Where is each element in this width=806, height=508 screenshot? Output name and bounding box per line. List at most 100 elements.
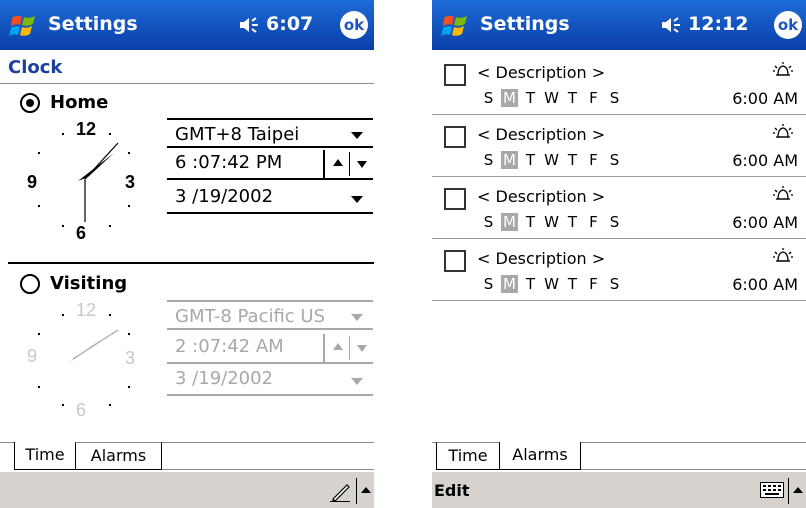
tab-strip: Time Alarms (432, 442, 806, 470)
windows-start-icon[interactable] (8, 10, 40, 42)
alarm-time[interactable]: 6:00 AM (732, 213, 798, 232)
alarm-day-toggle[interactable]: S (480, 89, 497, 107)
alarm-day-toggle[interactable]: S (606, 89, 623, 107)
pen-input-icon[interactable] (330, 480, 352, 502)
home-timezone-value: GMT+8 Taipei (175, 124, 300, 145)
alarm-time[interactable]: 6:00 AM (732, 151, 798, 170)
visiting-time-field[interactable]: 2 :07:42 AM (167, 334, 373, 364)
alarm-day-toggle[interactable]: T (522, 89, 539, 107)
home-date-value: 3 /19/2002 (175, 186, 274, 207)
alarm-day-toggle[interactable]: W (543, 213, 560, 231)
alarm-description[interactable]: < Description > (477, 125, 605, 144)
alarm-checkbox[interactable] (444, 250, 466, 272)
tab-strip: Time Alarms (0, 442, 374, 470)
alarm-day-toggle[interactable]: M (501, 275, 518, 293)
alarm-item[interactable]: < Description > S M T W T F S 6:00 AM (432, 52, 806, 115)
alarm-day-toggle[interactable]: T (522, 213, 539, 231)
alarm-bell-icon[interactable] (772, 60, 794, 82)
speaker-icon[interactable] (660, 16, 684, 34)
time-spinner[interactable] (323, 150, 373, 178)
alarm-day-toggle[interactable]: T (522, 151, 539, 169)
sip-arrow-up-icon[interactable] (793, 487, 803, 493)
alarm-day-toggle[interactable]: F (585, 275, 602, 293)
status-time[interactable]: 12:12 (688, 13, 748, 35)
menu-bar: Edit (432, 471, 806, 508)
speaker-icon[interactable] (238, 16, 262, 34)
alarm-day-toggle[interactable]: T (564, 275, 581, 293)
alarm-day-toggle[interactable]: M (501, 151, 518, 169)
clock-alarms-screen: Settings 12:12 ok < Description > S M T W T F S… (432, 0, 806, 508)
alarm-day-toggle[interactable]: T (564, 89, 581, 107)
alarm-day-toggle[interactable]: S (480, 213, 497, 231)
alarm-item[interactable]: < Description > S M T W T F S 6:00 AM (432, 238, 806, 301)
alarm-description[interactable]: < Description > (477, 63, 605, 82)
clock-number: 9 (27, 346, 37, 366)
alarm-checkbox[interactable] (444, 188, 466, 210)
chevron-down-icon (351, 378, 363, 385)
spinner-separator (349, 336, 350, 360)
status-time[interactable]: 6:07 (266, 13, 313, 35)
spin-down-icon[interactable] (357, 345, 367, 352)
alarm-day-toggle[interactable]: S (606, 275, 623, 293)
ok-button[interactable]: ok (340, 11, 368, 39)
time-spinner[interactable] (323, 334, 373, 362)
clock-number: 3 (125, 172, 135, 192)
visiting-timezone-dropdown[interactable]: GMT-8 Pacific US (167, 300, 373, 330)
tab-alarms[interactable]: Alarms (75, 442, 162, 470)
home-time-field[interactable]: 6 :07:42 PM (167, 150, 373, 180)
ok-button[interactable]: ok (774, 11, 802, 39)
alarm-day-toggle[interactable]: T (522, 275, 539, 293)
alarm-time[interactable]: 6:00 AM (732, 275, 798, 294)
alarm-days: SMTWTFS (480, 275, 627, 293)
home-date-dropdown[interactable]: 3 /19/2002 (167, 184, 373, 214)
alarm-day-toggle[interactable]: M (501, 213, 518, 231)
alarm-days: SMTWTFS (480, 89, 627, 107)
alarm-bell-icon[interactable] (772, 184, 794, 206)
visiting-analog-clock: 12 3 6 9 (27, 300, 135, 420)
title-bar: Settings 12:12 ok (432, 0, 806, 50)
spin-up-icon[interactable] (333, 159, 343, 166)
clock-number: 3 (125, 348, 135, 368)
alarm-day-toggle[interactable]: T (564, 213, 581, 231)
chevron-down-icon (351, 314, 363, 321)
alarm-day-toggle[interactable]: F (585, 89, 602, 107)
visiting-date-dropdown[interactable]: 3 /19/2002 (167, 366, 373, 396)
home-label: Home (50, 92, 109, 113)
alarm-day-toggle[interactable]: S (480, 275, 497, 293)
alarm-day-toggle[interactable]: W (543, 275, 560, 293)
app-title: Settings (480, 13, 570, 35)
spin-down-icon[interactable] (357, 161, 367, 168)
alarm-description[interactable]: < Description > (477, 187, 605, 206)
alarm-day-toggle[interactable]: W (543, 151, 560, 169)
alarm-bell-icon[interactable] (772, 122, 794, 144)
edit-menu[interactable]: Edit (434, 481, 470, 500)
spin-up-icon[interactable] (333, 343, 343, 350)
tab-time[interactable]: Time (14, 442, 76, 470)
tab-time[interactable]: Time (436, 442, 500, 470)
alarm-day-toggle[interactable]: S (606, 151, 623, 169)
alarm-day-toggle[interactable]: S (606, 213, 623, 231)
sip-arrow-up-icon[interactable] (361, 487, 371, 493)
alarm-bell-icon[interactable] (772, 246, 794, 268)
alarm-day-toggle[interactable]: M (501, 89, 518, 107)
alarm-day-toggle[interactable]: T (564, 151, 581, 169)
home-radio[interactable] (20, 93, 40, 113)
alarm-item[interactable]: < Description > S M T W T F S 6:00 AM (432, 114, 806, 177)
section-divider (8, 262, 374, 264)
keyboard-icon[interactable] (760, 482, 784, 498)
alarm-description[interactable]: < Description > (477, 249, 605, 268)
alarm-item[interactable]: < Description > S M T W T F S 6:00 AM (432, 176, 806, 239)
home-analog-clock: 12 3 6 9 (27, 119, 135, 243)
tab-alarms[interactable]: Alarms (499, 442, 581, 470)
alarm-time[interactable]: 6:00 AM (732, 89, 798, 108)
alarm-day-toggle[interactable]: S (480, 151, 497, 169)
alarm-day-toggle[interactable]: F (585, 213, 602, 231)
alarm-checkbox[interactable] (444, 126, 466, 148)
alarm-checkbox[interactable] (444, 64, 466, 86)
alarm-day-toggle[interactable]: F (585, 151, 602, 169)
alarm-day-toggle[interactable]: W (543, 89, 560, 107)
windows-start-icon[interactable] (440, 10, 472, 42)
app-title: Settings (48, 13, 138, 35)
visiting-radio[interactable] (20, 274, 40, 294)
home-timezone-dropdown[interactable]: GMT+8 Taipei (167, 118, 373, 148)
